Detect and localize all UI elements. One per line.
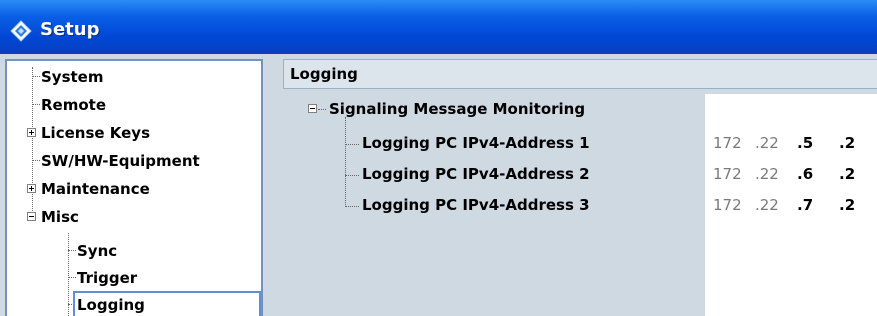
ip-octet-3[interactable]: .7	[797, 196, 813, 214]
group-label[interactable]: Signaling Message Monitoring	[329, 100, 585, 118]
setup-window: Setup System Remote License Keys SW/HW-E…	[0, 0, 877, 316]
ip-octet-1[interactable]: 172	[713, 196, 742, 214]
ip-octet-1[interactable]: 172	[713, 165, 742, 183]
tree-item-remote[interactable]: Remote	[7, 93, 261, 117]
ip-octet-3[interactable]: .5	[797, 134, 813, 152]
collapse-icon[interactable]	[308, 104, 317, 113]
tree-item-label: SW/HW-Equipment	[41, 152, 200, 170]
tree-item-label: System	[41, 68, 104, 86]
ip-octet-2[interactable]: .22	[755, 165, 779, 183]
tree-item-trigger[interactable]: Trigger	[7, 266, 261, 290]
ip-octet-2[interactable]: .22	[755, 134, 779, 152]
window-title: Setup	[40, 19, 100, 40]
row-label-address-3[interactable]: Logging PC IPv4-Address 3	[362, 196, 590, 214]
tree-connector	[32, 76, 40, 77]
tree-item-label: Misc	[41, 208, 79, 226]
tree-connector	[345, 117, 346, 207]
tree-item-license-keys[interactable]: License Keys	[7, 121, 261, 145]
tree-connector	[345, 175, 359, 176]
tree-item-label: Remote	[41, 96, 107, 114]
tree-connector	[68, 277, 76, 278]
tree-connector	[68, 250, 76, 251]
tree-item-sync[interactable]: Sync	[7, 239, 261, 263]
ip-octet-1[interactable]: 172	[713, 134, 742, 152]
parameter-labels-area: Signaling Message Monitoring Logging PC …	[283, 89, 705, 316]
expand-icon[interactable]	[27, 128, 36, 137]
tree-item-label: License Keys	[41, 124, 151, 142]
tree-connector	[345, 206, 359, 207]
tree-connector	[32, 160, 40, 161]
tree-item-logging[interactable]: Logging	[7, 291, 261, 316]
ip-octet-4[interactable]: .2	[839, 196, 855, 214]
tree-connector	[318, 109, 326, 110]
expand-icon[interactable]	[27, 184, 36, 193]
ip-octet-2[interactable]: .22	[755, 196, 779, 214]
tree-item-label: Logging	[77, 296, 145, 314]
panel-title: Logging	[290, 65, 358, 83]
tree-item-maintenance[interactable]: Maintenance	[7, 177, 261, 201]
tree-connector	[32, 104, 40, 105]
row-label-address-1[interactable]: Logging PC IPv4-Address 1	[362, 134, 590, 152]
tree-connector	[345, 144, 359, 145]
tree-item-misc[interactable]: Misc	[7, 205, 261, 229]
row-label-address-2[interactable]: Logging PC IPv4-Address 2	[362, 165, 590, 183]
ip-octet-4[interactable]: .2	[839, 134, 855, 152]
tree-item-label: Sync	[77, 242, 118, 260]
ip-octet-3[interactable]: .6	[797, 165, 813, 183]
diamond-icon	[10, 20, 32, 42]
panel-header: Logging	[283, 59, 877, 89]
title-bar[interactable]: Setup	[0, 0, 877, 54]
navigation-tree[interactable]: System Remote License Keys SW/HW-Equipme…	[5, 59, 263, 316]
ip-octet-4[interactable]: .2	[839, 165, 855, 183]
collapse-icon[interactable]	[27, 212, 36, 221]
tree-item-label: Maintenance	[41, 180, 150, 198]
tree-item-system[interactable]: System	[7, 65, 261, 89]
tree-item-label: Trigger	[77, 269, 138, 287]
tree-item-sw-hw-equipment[interactable]: SW/HW-Equipment	[7, 149, 261, 173]
